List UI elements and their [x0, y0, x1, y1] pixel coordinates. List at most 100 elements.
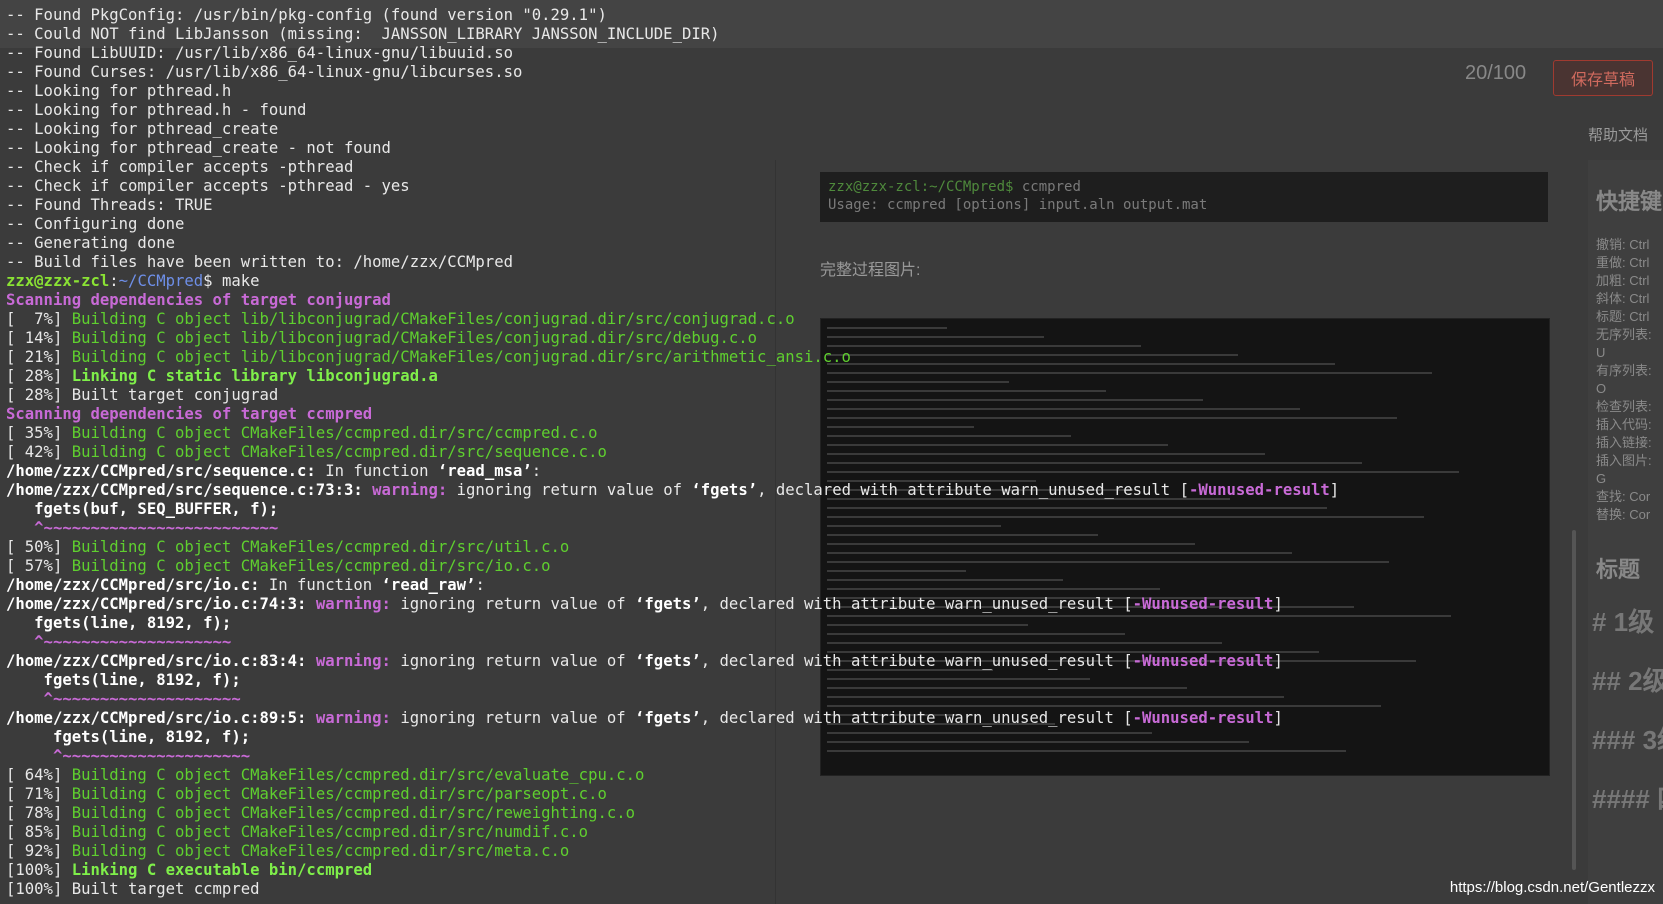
terminal-text-segment: ^~~~~~~~~~~~~~~~~~~~~ — [6, 747, 251, 765]
terminal-line: /home/zzx/CCMpred/src/io.c:89:5: warning… — [6, 709, 1283, 728]
terminal-text-segment: ‘fgets’ — [635, 652, 701, 670]
terminal-line: -- Generating done — [6, 234, 175, 253]
terminal-text-segment: -- Found PkgConfig: /usr/bin/pkg-config … — [6, 6, 607, 24]
terminal-text-segment: Building C object CMakeFiles/ccmpred.dir… — [71, 443, 607, 461]
terminal-text-segment: -Wunused-result — [1132, 652, 1274, 670]
terminal-line: [ 42%] Building C object CMakeFiles/ccmp… — [6, 443, 607, 462]
terminal-text-segment: Building C object CMakeFiles/ccmpred.dir… — [71, 766, 645, 784]
terminal-text-segment: Linking C executable bin/ccmpred — [71, 861, 373, 879]
terminal-line: [ 28%] Built target conjugrad — [6, 386, 278, 405]
terminal-line: -- Looking for pthread_create — [6, 120, 278, 139]
terminal-output: -- Found PkgConfig: /usr/bin/pkg-config … — [0, 0, 1663, 904]
terminal-line: ^~~~~~~~~~~~~~~~~~~~~ — [6, 690, 241, 709]
terminal-text-segment: [ 35%] — [6, 424, 72, 442]
terminal-line: [ 57%] Building C object CMakeFiles/ccmp… — [6, 557, 551, 576]
terminal-text-segment: -- Check if compiler accepts -pthread - … — [6, 177, 410, 195]
terminal-line: -- Check if compiler accepts -pthread — [6, 158, 353, 177]
terminal-line: [ 7%] Building C object lib/libconjugrad… — [6, 310, 795, 329]
terminal-text-segment: [ 28%] — [6, 367, 72, 385]
terminal-line: [ 64%] Building C object CMakeFiles/ccmp… — [6, 766, 644, 785]
terminal-text-segment: -- Could NOT find LibJansson (missing: J… — [6, 25, 720, 43]
terminal-text-segment: /home/zzx/CCMpred/src/io.c: — [6, 576, 260, 594]
terminal-line: [ 21%] Building C object lib/libconjugra… — [6, 348, 851, 367]
terminal-text-segment: ignoring return value of — [400, 652, 636, 670]
terminal-text-segment: ignoring return value of — [456, 481, 692, 499]
terminal-text-segment: ignoring return value of — [400, 595, 636, 613]
terminal-text-segment: /home/zzx/CCMpred/src/sequence.c: — [6, 462, 316, 480]
terminal-text-segment: [ 57%] — [6, 557, 72, 575]
terminal-text-segment: ] — [1329, 481, 1340, 499]
terminal-line: -- Build files have been written to: /ho… — [6, 253, 513, 272]
terminal-text-segment: Building C object lib/libconjugrad/CMake… — [71, 348, 851, 366]
terminal-line: -- Looking for pthread.h — [6, 82, 231, 101]
terminal-text-segment: -- Configuring done — [6, 215, 185, 233]
terminal-text-segment: Building C object lib/libconjugrad/CMake… — [71, 310, 795, 328]
terminal-text-segment: : — [475, 576, 485, 594]
terminal-text-segment: ^~~~~~~~~~~~~~~~~~~~~ — [6, 690, 241, 708]
terminal-line: -- Check if compiler accepts -pthread - … — [6, 177, 410, 196]
terminal-text-segment: , declared with attribute warn_unused_re… — [700, 595, 1133, 613]
terminal-text-segment: /home/zzx/CCMpred/src/sequence.c:73:3: — [6, 481, 373, 499]
terminal-text-segment: Building C object CMakeFiles/ccmpred.dir… — [71, 842, 570, 860]
terminal-text-segment: [ 64%] — [6, 766, 72, 784]
terminal-text-segment: -Wunused-result — [1188, 481, 1330, 499]
terminal-text-segment: Building C object lib/libconjugrad/CMake… — [71, 329, 758, 347]
terminal-text-segment: Building C object CMakeFiles/ccmpred.dir… — [71, 785, 607, 803]
terminal-text-segment: fgets(buf, SEQ_BUFFER, f); — [6, 500, 279, 518]
terminal-text-segment: /home/zzx/CCMpred/src/io.c:74:3: — [6, 595, 316, 613]
terminal-text-segment: /home/zzx/CCMpred/src/io.c:89:5: — [6, 709, 316, 727]
terminal-text-segment: Building C object CMakeFiles/ccmpred.dir… — [71, 538, 570, 556]
terminal-text-segment: zzx@zzx-zcl — [6, 272, 110, 290]
terminal-text-segment: , declared with attribute warn_unused_re… — [700, 652, 1133, 670]
terminal-text-segment: [100%] — [6, 861, 72, 879]
terminal-text-segment: -Wunused-result — [1132, 709, 1274, 727]
terminal-text-segment: [ 50%] — [6, 538, 72, 556]
terminal-text-segment: fgets(line, 8192, f); — [6, 728, 251, 746]
terminal-text-segment: -- Looking for pthread.h - found — [6, 101, 307, 119]
terminal-text-segment: fgets(line, 8192, f); — [6, 671, 241, 689]
terminal-text-segment: Building C object CMakeFiles/ccmpred.dir… — [71, 424, 598, 442]
terminal-line: -- Found PkgConfig: /usr/bin/pkg-config … — [6, 6, 607, 25]
terminal-text-segment: -- Generating done — [6, 234, 175, 252]
terminal-text-segment: $ make — [203, 272, 260, 290]
terminal-text-segment: Building C object CMakeFiles/ccmpred.dir… — [71, 804, 636, 822]
terminal-text-segment: Linking C static library libconjugrad.a — [71, 367, 438, 385]
terminal-text-segment: -- Found LibUUID: /usr/lib/x86_64-linux-… — [6, 44, 513, 62]
terminal-text-segment: warning: — [315, 595, 401, 613]
terminal-text-segment: : — [531, 462, 542, 480]
terminal-line: zzx@zzx-zcl:~/CCMpred$ make — [6, 272, 260, 291]
terminal-text-segment: ] — [1273, 595, 1283, 613]
terminal-line: [ 78%] Building C object CMakeFiles/ccmp… — [6, 804, 635, 823]
terminal-text-segment: [ 28%] Built target conjugrad — [6, 386, 279, 404]
terminal-text-segment: : — [109, 272, 119, 290]
terminal-line: /home/zzx/CCMpred/src/io.c: In function … — [6, 576, 485, 595]
terminal-line: /home/zzx/CCMpred/src/sequence.c:73:3: w… — [6, 481, 1339, 500]
terminal-line: ^~~~~~~~~~~~~~~~~~~~~ — [6, 747, 250, 766]
terminal-line: [100%] Built target ccmpred — [6, 880, 259, 899]
terminal-text-segment: [100%] Built target ccmpred — [6, 880, 260, 898]
terminal-line: [ 50%] Building C object CMakeFiles/ccmp… — [6, 538, 569, 557]
terminal-line: [ 14%] Building C object lib/libconjugra… — [6, 329, 757, 348]
terminal-text-segment: In function — [315, 462, 438, 480]
terminal-text-segment: ‘read_msa’ — [437, 462, 532, 480]
terminal-text-segment: warning: — [372, 481, 457, 499]
terminal-line: /home/zzx/CCMpred/src/io.c:74:3: warning… — [6, 595, 1283, 614]
terminal-line: fgets(line, 8192, f); — [6, 728, 250, 747]
terminal-line: [ 92%] Building C object CMakeFiles/ccmp… — [6, 842, 569, 861]
terminal-line: [ 71%] Building C object CMakeFiles/ccmp… — [6, 785, 607, 804]
terminal-text-segment: -- Looking for pthread_create - not foun… — [6, 139, 391, 157]
terminal-text-segment: ‘fgets’ — [691, 481, 758, 499]
terminal-line: -- Found Curses: /usr/lib/x86_64-linux-g… — [6, 63, 522, 82]
terminal-line: -- Found LibUUID: /usr/lib/x86_64-linux-… — [6, 44, 513, 63]
terminal-line: -- Looking for pthread_create - not foun… — [6, 139, 391, 158]
terminal-text-segment: warning: — [315, 709, 401, 727]
terminal-text-segment: ‘read_raw’ — [381, 576, 476, 594]
terminal-line: [ 28%] Linking C static library libconju… — [6, 367, 438, 386]
terminal-line: -- Could NOT find LibJansson (missing: J… — [6, 25, 720, 44]
terminal-text-segment: ^~~~~~~~~~~~~~~~~~~~~~~~~~ — [6, 519, 279, 537]
terminal-text-segment: [ 21%] — [6, 348, 72, 366]
terminal-text-segment: -- Build files have been written to: /ho… — [6, 253, 513, 271]
terminal-text-segment: [ 42%] — [6, 443, 72, 461]
terminal-text-segment: [ 92%] — [6, 842, 72, 860]
terminal-text-segment: -- Looking for pthread.h — [6, 82, 232, 100]
